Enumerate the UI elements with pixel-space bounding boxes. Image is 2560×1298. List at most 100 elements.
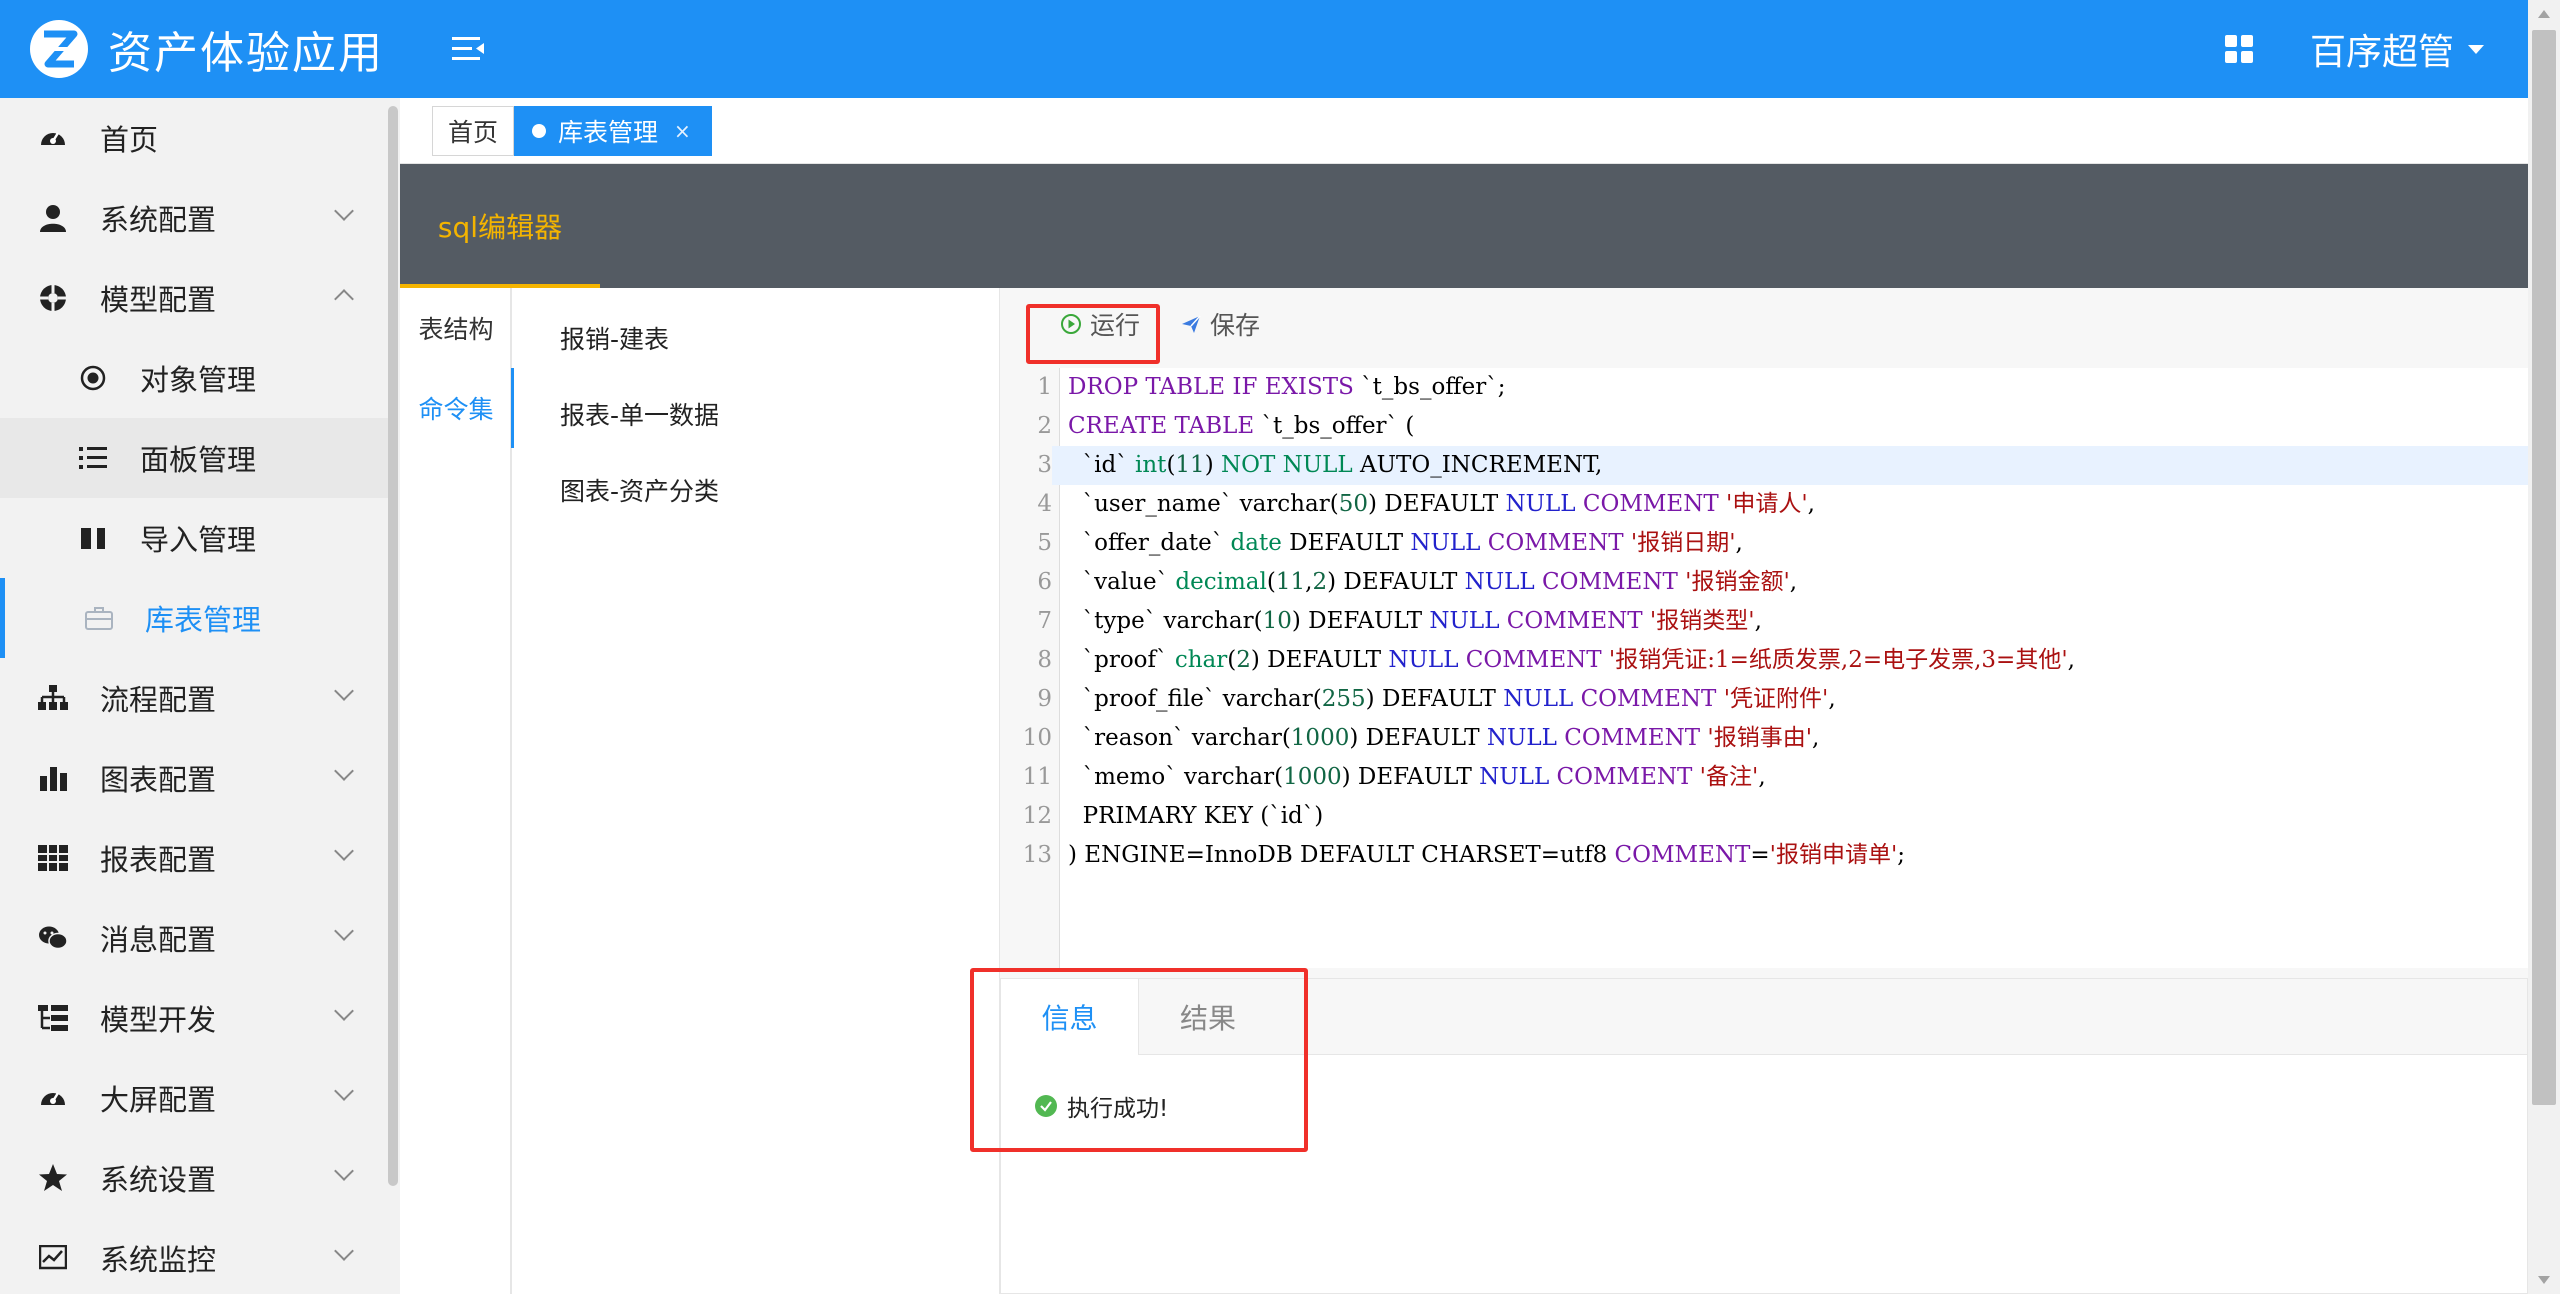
save-button[interactable]: 保存 (1180, 302, 1260, 346)
list-item[interactable]: 图表-资产分类 (560, 472, 719, 508)
save-label: 保存 (1210, 311, 1261, 340)
user-menu[interactable]: 百序超管 (2310, 23, 2454, 75)
code-line: 5 `offer_date` date DEFAULT NULL COMMENT… (1037, 530, 1743, 556)
code-line: 3 `id` int(11) NOT NULL AUTO_INCREMENT, (1000, 446, 2528, 485)
sidebar-item-label: 系统配置 (100, 203, 217, 237)
check-circle-icon (1035, 1095, 1057, 1117)
code-line: 10 `reason` varchar(1000) DEFAULT NULL C… (1022, 725, 1820, 751)
tab-result[interactable]: 结果 (1139, 979, 1277, 1055)
sitemap-icon (38, 683, 68, 713)
tab-label: 库表管理 (558, 118, 659, 147)
list-item[interactable]: 报表-单一数据 (560, 396, 719, 432)
status-message: 执行成功! (1035, 1089, 1168, 1123)
page-tabs-bar: 首页 库表管理 × (400, 98, 2528, 164)
tree-icon (38, 1003, 68, 1033)
model-icon (38, 283, 68, 313)
chevron-up-icon (334, 289, 354, 309)
user-icon (38, 203, 68, 233)
tab-home[interactable]: 首页 (432, 106, 514, 156)
sidebar-item-chart-config[interactable]: 图表配置 (0, 738, 388, 818)
sidebar-item-label: 图表配置 (100, 763, 217, 797)
sidebar-item-label: 报表配置 (100, 843, 217, 877)
sidebar-item-label: 库表管理 (145, 603, 262, 637)
chevron-down-icon (334, 1161, 354, 1181)
chevron-down-icon (334, 681, 354, 701)
run-button[interactable]: 运行 (1060, 302, 1140, 346)
sidebar-item-label: 对象管理 (140, 363, 257, 397)
sidebar-item-label: 消息配置 (100, 923, 217, 957)
scrollbar-thumb[interactable] (2532, 30, 2556, 1105)
code-line: 7 `type` varchar(10) DEFAULT NULL COMMEN… (1037, 608, 1762, 634)
tab-command-set[interactable]: 命令集 (400, 368, 514, 448)
sidebar-item-message-config[interactable]: 消息配置 (0, 898, 388, 978)
book-icon (78, 523, 108, 553)
code-line: 12 PRIMARY KEY (`id`) (1022, 803, 1324, 829)
result-panel: 信息 结果 执行成功! (1000, 978, 2528, 1294)
chevron-down-icon (334, 921, 354, 941)
code-line: 6 `value` decimal(11,2) DEFAULT NULL COM… (1037, 569, 1798, 595)
sidebar-item-label: 流程配置 (100, 683, 217, 717)
list-item[interactable]: 报销-建表 (560, 320, 669, 356)
monitor-icon (38, 1243, 68, 1273)
sidebar-item-db-table-management[interactable]: 库表管理 (0, 578, 388, 658)
list-icon (78, 443, 108, 473)
header-right: 百序超管 (2224, 0, 2528, 98)
vertical-tabs: 表结构 命令集 (400, 288, 514, 1294)
chevron-down-icon (334, 841, 354, 861)
sidebar-item-system-config[interactable]: 系统配置 (0, 178, 388, 258)
sidebar-item-model-dev[interactable]: 模型开发 (0, 978, 388, 1058)
tab-table-structure[interactable]: 表结构 (400, 288, 512, 368)
dashboard-icon (38, 1083, 68, 1113)
sidebar-item-system-monitor[interactable]: 系统监控 (0, 1218, 388, 1298)
chevron-down-icon (334, 1081, 354, 1101)
chevron-down-icon (334, 201, 354, 221)
scroll-up-icon[interactable] (2538, 10, 2550, 18)
code-editor[interactable]: 1 DROP TABLE IF EXISTS `t_bs_offer`; 2 CRE… (1000, 368, 2528, 968)
code-line: 4 `user_name` varchar(50) DEFAULT NULL C… (1037, 491, 1815, 517)
code-line: 1 DROP TABLE IF EXISTS `t_bs_offer`; (1037, 374, 1506, 400)
sidebar-item-label: 模型开发 (100, 1003, 217, 1037)
sql-editor-area: 运行 保存 1 DROP TABLE IF EXISTS `t_bs_offer`… (970, 288, 2528, 1294)
sidebar-item-report-config[interactable]: 报表配置 (0, 818, 388, 898)
app-logo-icon (30, 20, 88, 78)
tab-info[interactable]: 信息 (1001, 979, 1139, 1055)
sidebar-item-label: 模型配置 (100, 283, 217, 317)
tab-db-table-management[interactable]: 库表管理 × (514, 106, 712, 156)
code-line: 9 `proof_file` varchar(255) DEFAULT NULL… (1037, 686, 1836, 712)
app-title: 资产体验应用 (108, 28, 384, 79)
close-icon[interactable]: × (674, 119, 691, 143)
bar-chart-icon (38, 763, 68, 793)
sidebar: 首页 系统配置 模型配置 对象管理 面板管理 导入管理 库表管理 流程配置 图表… (0, 98, 400, 1294)
sidebar-item-system-settings[interactable]: 系统设置 (0, 1138, 388, 1218)
apps-grid-icon[interactable] (2224, 34, 2254, 64)
sidebar-item-home[interactable]: 首页 (0, 98, 388, 178)
wechat-icon (38, 923, 68, 953)
dashboard-icon (38, 123, 68, 153)
sidebar-item-object-management[interactable]: 对象管理 (0, 338, 388, 418)
sidebar-item-label: 首页 (100, 123, 159, 157)
top-header: 资产体验应用 百序超管 (0, 0, 2528, 98)
code-line: 11 `memo` varchar(1000) DEFAULT NULL COM… (1022, 764, 1766, 790)
result-tabs: 信息 结果 (1001, 979, 2527, 1055)
sidebar-item-workflow-config[interactable]: 流程配置 (0, 658, 388, 738)
sidebar-item-bigscreen-config[interactable]: 大屏配置 (0, 1058, 388, 1138)
editor-toolbar: 运行 保存 (1000, 288, 2528, 368)
menu-toggle-icon[interactable] (450, 31, 486, 67)
briefcase-icon (84, 603, 114, 633)
status-text: 执行成功! (1067, 1096, 1169, 1122)
tab-sql-editor[interactable]: sql编辑器 (400, 164, 600, 288)
sidebar-item-label: 系统设置 (100, 1163, 217, 1197)
panel-header: sql编辑器 (400, 164, 2528, 288)
send-icon (1182, 315, 1201, 333)
sidebar-scrollbar[interactable] (388, 106, 398, 1186)
code-line: 8 `proof` char(2) DEFAULT NULL COMMENT '… (1037, 647, 2075, 673)
chevron-down-icon (334, 1001, 354, 1021)
sidebar-item-import-management[interactable]: 导入管理 (0, 498, 388, 578)
radio-icon (78, 363, 108, 393)
page-scrollbar[interactable] (2528, 0, 2560, 1294)
sidebar-item-panel-management[interactable]: 面板管理 (0, 418, 388, 498)
run-label: 运行 (1090, 311, 1141, 340)
scroll-down-icon[interactable] (2538, 1276, 2550, 1284)
chevron-down-icon[interactable] (2468, 44, 2484, 54)
sidebar-item-model-config[interactable]: 模型配置 (0, 258, 388, 338)
